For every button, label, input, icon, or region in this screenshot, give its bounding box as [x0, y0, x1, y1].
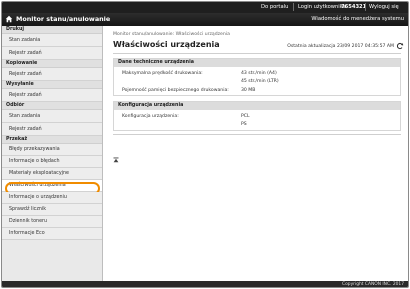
portal-link[interactable]: Do portalu: [261, 4, 288, 10]
sidebar-item-forwarding-errors[interactable]: Błędy przekazywania: [2, 144, 102, 156]
sidebar-section-forward: Przekaż: [2, 136, 102, 144]
device-config-value-ps: PS: [241, 122, 247, 127]
title-bar: Monitor stanu/anulowanie Wiadomość do me…: [2, 13, 408, 26]
sidebar-item-device-info[interactable]: Informacje o urządzeniu: [2, 192, 102, 204]
sidebar-section-print: Drukuj: [2, 26, 102, 34]
sidebar-section-receive: Odbiór: [2, 102, 102, 110]
sidebar-item-consumables[interactable]: Materiały eksploatacyjne: [2, 168, 102, 180]
refresh-icon[interactable]: [396, 42, 404, 50]
device-config-value-pcl: PCL: [241, 114, 250, 119]
section-title: Dane techniczne urządzenia: [114, 59, 400, 67]
sidebar-item-print-job-log[interactable]: Rejestr zadań: [2, 47, 102, 60]
sidebar-item-receive-job-log[interactable]: Rejestr zadań: [2, 123, 102, 136]
divider: [293, 3, 294, 11]
sidebar-item-copy-job-log[interactable]: Rejestr zadań: [2, 68, 102, 81]
page-title: Właściwości urządzenia: [113, 40, 220, 49]
max-print-speed-value-ltr: 45 str./min (LTR): [241, 79, 279, 84]
page-header-title: Monitor stanu/anulowanie: [16, 15, 111, 23]
sidebar-section-copy: Kopiowanie: [2, 60, 102, 68]
sidebar-item-check-counter[interactable]: Sprawdź licznik: [2, 204, 102, 216]
sidebar-item-send-job-log[interactable]: Rejestr zadań: [2, 89, 102, 102]
sidebar-item-print-job-status[interactable]: Stan zadania: [2, 34, 102, 47]
home-icon[interactable]: [5, 15, 13, 23]
sidebar-item-eco-info[interactable]: Informacje Eco: [2, 228, 102, 240]
sidebar-item-toner-log[interactable]: Dziennik toneru: [2, 216, 102, 228]
sidebar-item-error-info[interactable]: Informacje o błędach: [2, 156, 102, 168]
admin-mail-link[interactable]: Wiadomość do menedżera systemu: [311, 16, 404, 22]
divider: [113, 53, 401, 54]
secure-print-memory-value: 30 MB: [241, 88, 256, 93]
secure-print-memory-label: Pojemność pamięci bezpiecznego drukowani…: [122, 88, 229, 93]
sidebar-item-receive-job-status[interactable]: Stan zadania: [2, 110, 102, 123]
sidebar: Drukuj Stan zadania Rejestr zadań Kopiow…: [2, 26, 103, 281]
sidebar-section-send: Wysyłanie: [2, 81, 102, 89]
top-utility-bar: Do portalu Login użytkownika: 7654321 Wy…: [2, 2, 408, 13]
main-content: Monitor stanu/anulowanie: Właściwości ur…: [104, 26, 408, 281]
last-updated-text: Ostatnia aktualizacja 23/09 2017 04:35:5…: [287, 44, 394, 49]
divider: [365, 3, 366, 11]
breadcrumb: Monitor stanu/anulowanie: Właściwości ur…: [113, 32, 230, 37]
app-window: Do portalu Login użytkownika: 7654321 Wy…: [1, 1, 409, 288]
max-print-speed-label: Maksymalna prędkość drukowania:: [122, 71, 203, 76]
device-config-label: Konfiguracja urządzenia:: [122, 114, 179, 119]
user-id: 7654321: [341, 4, 367, 10]
sidebar-item-device-properties[interactable]: Właściwości urządzenia: [2, 180, 102, 195]
divider: [113, 134, 401, 135]
section-title: Konfiguracja urządzenia: [114, 102, 400, 110]
back-to-top-icon[interactable]: [113, 157, 119, 163]
max-print-speed-value-a4: 43 str./min (A4): [241, 71, 277, 76]
footer: Copyright CANON INC. 2017: [2, 281, 408, 287]
logout-link[interactable]: Wyloguj się: [369, 4, 399, 10]
copyright-text: Copyright CANON INC. 2017: [342, 282, 404, 287]
